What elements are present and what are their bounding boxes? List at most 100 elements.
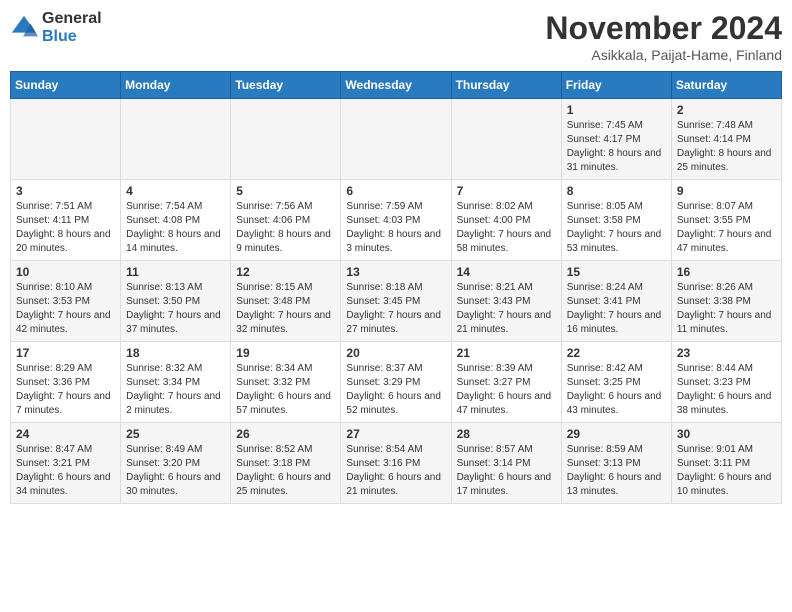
day-number: 17: [16, 346, 115, 360]
day-info: Sunrise: 7:51 AMSunset: 4:11 PMDaylight:…: [16, 200, 115, 256]
calendar-cell-w3-d5: 15 Sunrise: 8:24 AMSunset: 3:41 PMDayligh…: [561, 261, 671, 342]
day-number: 26: [236, 427, 335, 441]
calendar-cell-w2-d4: 7Sunrise: 8:02 AMSunset: 4:00 PMDaylight…: [451, 180, 561, 261]
day-number: 3: [16, 184, 115, 198]
day-info: Sunrise: 8:15 AMSunset: 3:48 PMDaylight:…: [236, 281, 335, 337]
title-block: November 2024 Asikkala, Paijat-Hame, Fin…: [545, 10, 782, 63]
calendar-cell-w1-d3: [341, 99, 451, 180]
calendar-cell-w4-d4: 21 Sunrise: 8:39 AMSunset: 3:27 PMDayligh…: [451, 342, 561, 423]
calendar-cell-w2-d3: 6 Sunrise: 7:59 AMSunset: 4:03 PMDaylight…: [341, 180, 451, 261]
day-info: Sunrise: 8:13 AMSunset: 3:50 PMDaylight:…: [126, 281, 225, 337]
day-number: 14: [457, 265, 556, 279]
calendar-cell-w5-d3: 27Sunrise: 8:54 AMSunset: 3:16 PMDayligh…: [341, 423, 451, 504]
day-number: 21: [457, 346, 556, 360]
header-sunday: Sunday: [11, 72, 121, 99]
day-number: 10: [16, 265, 115, 279]
day-number: 22: [567, 346, 666, 360]
header-monday: Monday: [121, 72, 231, 99]
calendar-cell-w2-d6: 9 Sunrise: 8:07 AMSunset: 3:55 PMDaylight…: [671, 180, 781, 261]
day-number: 15: [567, 265, 666, 279]
day-info: Sunrise: 8:29 AMSunset: 3:36 PMDaylight:…: [16, 362, 115, 418]
calendar-cell-w1-d4: [451, 99, 561, 180]
day-info: Sunrise: 8:52 AMSunset: 3:18 PMDaylight:…: [236, 443, 335, 499]
week-row-4: 17 Sunrise: 8:29 AMSunset: 3:36 PMDayligh…: [11, 342, 782, 423]
day-info: Sunrise: 8:07 AMSunset: 3:55 PMDaylight:…: [677, 200, 776, 256]
day-info: Sunrise: 9:01 AMSunset: 3:11 PMDaylight:…: [677, 443, 776, 499]
calendar-cell-w2-d0: 3 Sunrise: 7:51 AMSunset: 4:11 PMDaylight…: [11, 180, 121, 261]
day-number: 9: [677, 184, 776, 198]
header-saturday: Saturday: [671, 72, 781, 99]
week-row-5: 24 Sunrise: 8:47 AMSunset: 3:21 PMDayligh…: [11, 423, 782, 504]
day-info: Sunrise: 8:26 AMSunset: 3:38 PMDaylight:…: [677, 281, 776, 337]
page-header: General Blue November 2024 Asikkala, Pai…: [10, 10, 782, 63]
calendar-body: 1Sunrise: 7:45 AMSunset: 4:17 PMDaylight…: [11, 99, 782, 504]
day-number: 24: [16, 427, 115, 441]
day-number: 13: [346, 265, 445, 279]
day-number: 23: [677, 346, 776, 360]
day-info: Sunrise: 8:34 AMSunset: 3:32 PMDaylight:…: [236, 362, 335, 418]
calendar-cell-w4-d3: 20 Sunrise: 8:37 AMSunset: 3:29 PMDayligh…: [341, 342, 451, 423]
day-info: Sunrise: 8:24 AMSunset: 3:41 PMDaylight:…: [567, 281, 666, 337]
day-info: Sunrise: 8:42 AMSunset: 3:25 PMDaylight:…: [567, 362, 666, 418]
logo-text: General Blue: [42, 10, 102, 45]
day-number: 30: [677, 427, 776, 441]
calendar-header: Sunday Monday Tuesday Wednesday Thursday…: [11, 72, 782, 99]
day-number: 20: [346, 346, 445, 360]
calendar-cell-w2-d1: 4Sunrise: 7:54 AMSunset: 4:08 PMDaylight…: [121, 180, 231, 261]
day-info: Sunrise: 7:59 AMSunset: 4:03 PMDaylight:…: [346, 200, 445, 256]
day-info: Sunrise: 8:39 AMSunset: 3:27 PMDaylight:…: [457, 362, 556, 418]
week-row-1: 1Sunrise: 7:45 AMSunset: 4:17 PMDaylight…: [11, 99, 782, 180]
day-number: 27: [346, 427, 445, 441]
day-info: Sunrise: 7:56 AMSunset: 4:06 PMDaylight:…: [236, 200, 335, 256]
day-number: 1: [567, 103, 666, 117]
calendar-cell-w3-d4: 14 Sunrise: 8:21 AMSunset: 3:43 PMDayligh…: [451, 261, 561, 342]
calendar-cell-w2-d5: 8Sunrise: 8:05 AMSunset: 3:58 PMDaylight…: [561, 180, 671, 261]
calendar-cell-w1-d5: 1Sunrise: 7:45 AMSunset: 4:17 PMDaylight…: [561, 99, 671, 180]
subtitle: Asikkala, Paijat-Hame, Finland: [545, 47, 782, 63]
calendar-cell-w2-d2: 5 Sunrise: 7:56 AMSunset: 4:06 PMDaylight…: [231, 180, 341, 261]
calendar-cell-w3-d0: 10 Sunrise: 8:10 AMSunset: 3:53 PMDayligh…: [11, 261, 121, 342]
calendar-cell-w5-d0: 24 Sunrise: 8:47 AMSunset: 3:21 PMDayligh…: [11, 423, 121, 504]
calendar-cell-w1-d0: [11, 99, 121, 180]
day-number: 16: [677, 265, 776, 279]
calendar-cell-w4-d2: 19 Sunrise: 8:34 AMSunset: 3:32 PMDayligh…: [231, 342, 341, 423]
logo-blue: Blue: [42, 28, 102, 46]
day-info: Sunrise: 8:10 AMSunset: 3:53 PMDaylight:…: [16, 281, 115, 337]
day-number: 28: [457, 427, 556, 441]
day-number: 18: [126, 346, 225, 360]
day-number: 2: [677, 103, 776, 117]
day-number: 4: [126, 184, 225, 198]
day-info: Sunrise: 8:57 AMSunset: 3:14 PMDaylight:…: [457, 443, 556, 499]
calendar-cell-w4-d1: 18 Sunrise: 8:32 AMSunset: 3:34 PMDayligh…: [121, 342, 231, 423]
calendar-cell-w1-d6: 2Sunrise: 7:48 AMSunset: 4:14 PMDaylight…: [671, 99, 781, 180]
day-info: Sunrise: 8:18 AMSunset: 3:45 PMDaylight:…: [346, 281, 445, 337]
day-info: Sunrise: 8:49 AMSunset: 3:20 PMDaylight:…: [126, 443, 225, 499]
calendar-cell-w1-d2: [231, 99, 341, 180]
day-info: Sunrise: 8:44 AMSunset: 3:23 PMDaylight:…: [677, 362, 776, 418]
day-info: Sunrise: 8:32 AMSunset: 3:34 PMDaylight:…: [126, 362, 225, 418]
day-info: Sunrise: 8:02 AMSunset: 4:00 PMDaylight:…: [457, 200, 556, 256]
header-friday: Friday: [561, 72, 671, 99]
week-row-2: 3 Sunrise: 7:51 AMSunset: 4:11 PMDaylight…: [11, 180, 782, 261]
day-number: 5: [236, 184, 335, 198]
day-number: 6: [346, 184, 445, 198]
day-info: Sunrise: 8:05 AMSunset: 3:58 PMDaylight:…: [567, 200, 666, 256]
day-number: 11: [126, 265, 225, 279]
calendar-cell-w4-d0: 17 Sunrise: 8:29 AMSunset: 3:36 PMDayligh…: [11, 342, 121, 423]
calendar-cell-w5-d5: 29Sunrise: 8:59 AMSunset: 3:13 PMDayligh…: [561, 423, 671, 504]
calendar-cell-w4-d5: 22 Sunrise: 8:42 AMSunset: 3:25 PMDayligh…: [561, 342, 671, 423]
day-number: 29: [567, 427, 666, 441]
day-info: Sunrise: 8:47 AMSunset: 3:21 PMDaylight:…: [16, 443, 115, 499]
calendar-cell-w3-d1: 11 Sunrise: 8:13 AMSunset: 3:50 PMDayligh…: [121, 261, 231, 342]
header-tuesday: Tuesday: [231, 72, 341, 99]
day-number: 19: [236, 346, 335, 360]
calendar-cell-w1-d1: [121, 99, 231, 180]
calendar-cell-w5-d1: 25Sunrise: 8:49 AMSunset: 3:20 PMDayligh…: [121, 423, 231, 504]
day-info: Sunrise: 8:37 AMSunset: 3:29 PMDaylight:…: [346, 362, 445, 418]
week-row-3: 10 Sunrise: 8:10 AMSunset: 3:53 PMDayligh…: [11, 261, 782, 342]
calendar-cell-w5-d4: 28 Sunrise: 8:57 AMSunset: 3:14 PMDayligh…: [451, 423, 561, 504]
calendar-cell-w4-d6: 23 Sunrise: 8:44 AMSunset: 3:23 PMDayligh…: [671, 342, 781, 423]
main-title: November 2024: [545, 10, 782, 47]
day-info: Sunrise: 8:21 AMSunset: 3:43 PMDaylight:…: [457, 281, 556, 337]
calendar-cell-w3-d3: 13 Sunrise: 8:18 AMSunset: 3:45 PMDayligh…: [341, 261, 451, 342]
